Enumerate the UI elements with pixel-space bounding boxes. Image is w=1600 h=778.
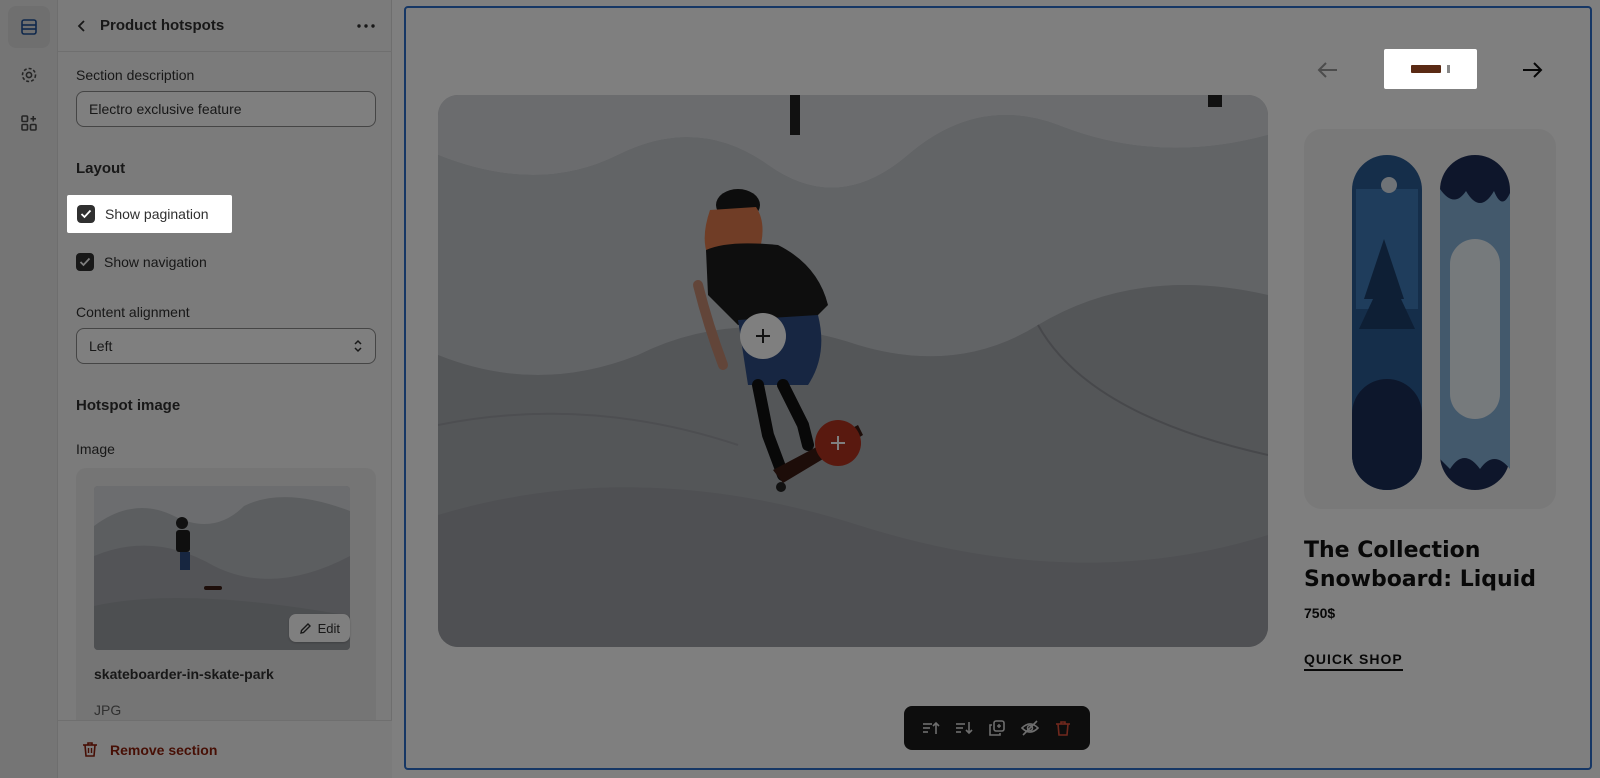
content-alignment-select[interactable]: Left [76, 328, 376, 364]
arrow-right-icon [1523, 62, 1543, 78]
layout-heading: Layout [76, 160, 126, 177]
move-up-button[interactable] [919, 716, 943, 740]
sections-icon [21, 19, 37, 35]
duplicate-icon [989, 720, 1005, 736]
eye-off-icon [1021, 720, 1040, 736]
back-button[interactable] [72, 16, 92, 36]
remove-section-label: Remove section [110, 741, 218, 758]
next-arrow-button[interactable] [1518, 56, 1546, 84]
hide-button[interactable] [1018, 716, 1042, 740]
image-picker-card: Edit skateboarder-in-skate-park JPG [76, 468, 376, 730]
section-description-label: Section description [76, 67, 195, 83]
checkmark-icon [79, 257, 91, 267]
more-horizontal-icon [357, 23, 375, 28]
hotspot-image [438, 95, 1268, 647]
chevron-left-icon [77, 19, 85, 32]
arrow-left-icon [1317, 62, 1337, 78]
previous-arrow-button[interactable] [1314, 56, 1342, 84]
product-image-card[interactable] [1304, 129, 1556, 509]
select-chevrons-icon [354, 339, 362, 353]
section-description-input[interactable]: Electro exclusive feature [76, 91, 376, 127]
apps-icon [21, 115, 37, 131]
pagination-dot-active-highlighted[interactable] [1411, 65, 1441, 73]
image-file-name: skateboarder-in-skate-park [94, 666, 274, 682]
rail-apps-button[interactable] [8, 102, 50, 144]
remove-section-button[interactable]: Remove section [82, 741, 217, 758]
settings-sidebar: Product hotspots Section description Ele… [58, 0, 392, 778]
trash-icon [1056, 720, 1071, 736]
sidebar-footer: Remove section [58, 720, 392, 778]
show-navigation-row[interactable]: Show navigation [76, 253, 207, 271]
checkmark-icon [80, 209, 92, 219]
show-navigation-checkbox[interactable] [76, 253, 94, 271]
move-down-button[interactable] [952, 716, 976, 740]
quick-shop-link[interactable]: QUICK SHOP [1304, 651, 1403, 671]
rail-settings-button[interactable] [8, 54, 50, 96]
plus-icon [756, 329, 770, 343]
show-navigation-label: Show navigation [104, 254, 207, 270]
hotspot-plus-button-1[interactable] [740, 313, 786, 359]
content-alignment-label: Content alignment [76, 304, 190, 320]
more-options-button[interactable] [352, 14, 380, 38]
show-pagination-checkbox-highlighted[interactable] [77, 205, 95, 223]
icon-rail [0, 0, 58, 778]
product-price: 750$ [1304, 605, 1336, 621]
move-down-icon [955, 722, 973, 735]
image-label: Image [76, 441, 115, 457]
product-title[interactable]: The Collection Snowboard: Liquid [1304, 536, 1564, 594]
move-up-icon [922, 721, 940, 734]
image-file-type: JPG [94, 702, 122, 718]
edit-image-button[interactable]: Edit [288, 614, 350, 642]
snowboard-product-image [1304, 129, 1556, 509]
hotspot-image-heading: Hotspot image [76, 397, 181, 414]
content-alignment-value: Left [89, 338, 113, 354]
section-toolbar [904, 706, 1090, 750]
show-pagination-label-highlighted: Show pagination [105, 206, 209, 222]
pencil-icon [299, 622, 311, 634]
plus-icon [831, 436, 845, 450]
highlight-pagination [1384, 49, 1477, 89]
delete-button[interactable] [1051, 716, 1075, 740]
skateboarder-photo [438, 95, 1268, 647]
edit-label: Edit [317, 620, 340, 636]
trash-icon [83, 742, 97, 757]
hotspot-plus-button-2[interactable] [815, 420, 861, 466]
gear-icon [21, 67, 37, 83]
pagination-dot-highlighted[interactable] [1447, 65, 1450, 73]
duplicate-button[interactable] [985, 716, 1009, 740]
highlight-show-pagination[interactable]: Show pagination [67, 195, 232, 233]
sidebar-title: Product hotspots [100, 17, 225, 34]
sidebar-header: Product hotspots [58, 0, 392, 52]
rail-sections-button[interactable] [8, 6, 50, 48]
